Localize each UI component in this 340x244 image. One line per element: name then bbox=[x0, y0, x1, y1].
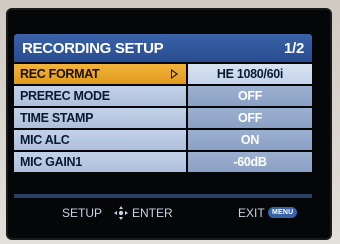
menu-row-label: MIC ALC bbox=[14, 130, 186, 150]
menu-title: RECORDING SETUP bbox=[22, 39, 164, 57]
divider bbox=[14, 194, 312, 198]
menu-row-mic-alc[interactable]: MIC ALC ON bbox=[14, 130, 312, 150]
enter-hint: ENTER bbox=[132, 206, 173, 220]
menu-row-label: PREREC MODE bbox=[14, 86, 186, 106]
menu-footer: SETUP ENTER EXIT MENU bbox=[14, 202, 312, 224]
menu-row-label: MIC GAIN1 bbox=[14, 152, 186, 172]
menu-row-value: OFF bbox=[188, 108, 312, 128]
menu-row-prerec-mode[interactable]: PREREC MODE OFF bbox=[14, 86, 312, 106]
menu-row-label-text: REC FORMAT bbox=[20, 67, 100, 81]
menu-row-time-stamp[interactable]: TIME STAMP OFF bbox=[14, 108, 312, 128]
menu-row-label: REC FORMAT bbox=[14, 64, 186, 84]
setup-hint: SETUP bbox=[62, 206, 103, 220]
menu-row-value: -60dB bbox=[188, 152, 312, 172]
menu-row-label: TIME STAMP bbox=[14, 108, 186, 128]
menu-row-mic-gain1[interactable]: MIC GAIN1 -60dB bbox=[14, 152, 312, 172]
menu-row-rec-format[interactable]: REC FORMAT HE 1080/60i bbox=[14, 64, 312, 84]
lcd-screen: RECORDING SETUP 1/2 REC FORMAT HE 1080/6… bbox=[8, 10, 330, 238]
menu-list: REC FORMAT HE 1080/60i PREREC MODE OFF T… bbox=[14, 64, 312, 174]
menu-button-icon: MENU bbox=[268, 207, 298, 218]
menu-row-value: HE 1080/60i bbox=[188, 64, 312, 84]
menu-row-value: ON bbox=[188, 130, 312, 150]
dpad-icon bbox=[114, 206, 128, 220]
page-indicator: 1/2 bbox=[284, 39, 304, 57]
play-arrow-icon bbox=[171, 69, 178, 79]
menu-title-bar: RECORDING SETUP 1/2 bbox=[14, 34, 312, 62]
exit-hint: EXIT bbox=[238, 206, 265, 220]
menu-row-value: OFF bbox=[188, 86, 312, 106]
